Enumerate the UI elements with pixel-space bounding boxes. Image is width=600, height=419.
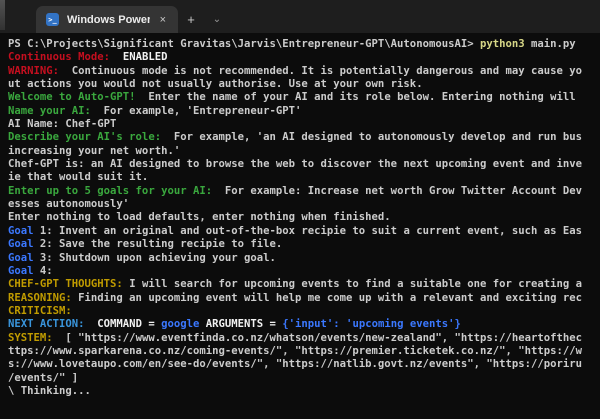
- terminal-line: esses autonomously': [8, 198, 600, 211]
- terminal-line: Chef-GPT is: an AI designed to browse th…: [8, 158, 600, 171]
- terminal-line: increasing your net worth.': [8, 145, 600, 158]
- tab-dropdown-button[interactable]: ⌄: [204, 6, 230, 33]
- terminal-line: Describe your AI's role: For example, 'a…: [8, 131, 600, 144]
- powershell-icon: >_: [46, 13, 59, 26]
- tab-title: Windows PowerShell: [67, 14, 150, 26]
- terminal-line: CHEF-GPT THOUGHTS: I will search for upc…: [8, 278, 600, 291]
- close-tab-icon[interactable]: ×: [156, 13, 170, 27]
- terminal-line: PS C:\Projects\Significant Gravitas\Jarv…: [8, 38, 600, 51]
- terminal-line: Goal 3: Shutdown upon achieving your goa…: [8, 252, 600, 265]
- terminal-line: NEXT ACTION: COMMAND = google ARGUMENTS …: [8, 318, 600, 331]
- terminal-line: s://www.lovetaupo.com/en/see-do/events/"…: [8, 358, 600, 371]
- terminal-line: SYSTEM: [ "https://www.eventfinda.co.nz/…: [8, 332, 600, 345]
- terminal-line: /events/" ]: [8, 372, 600, 385]
- terminal-line: CRITICISM:: [8, 305, 600, 318]
- terminal-line: ie that would suit it.: [8, 171, 600, 184]
- terminal-line: WARNING: Continuous mode is not recommen…: [8, 65, 600, 78]
- tab-bar: >_ Windows PowerShell × + ⌄: [0, 0, 600, 33]
- terminal-line: ut actions you would not usually authori…: [8, 78, 600, 91]
- terminal-output[interactable]: PS C:\Projects\Significant Gravitas\Jarv…: [0, 33, 600, 419]
- terminal-line: Enter nothing to load defaults, enter no…: [8, 211, 600, 224]
- terminal-window: >_ Windows PowerShell × + ⌄ PS C:\Projec…: [0, 0, 600, 419]
- terminal-line: Goal 2: Save the resulting recipie to fi…: [8, 238, 600, 251]
- terminal-line: Goal 4:: [8, 265, 600, 278]
- terminal-line: Goal 1: Invent an original and out-of-th…: [8, 225, 600, 238]
- window-edge-decoration: [0, 0, 5, 30]
- terminal-line: Continuous Mode: ENABLED: [8, 51, 600, 64]
- terminal-line: ttps://www.sparkarena.co.nz/coming-event…: [8, 345, 600, 358]
- terminal-line: AI Name: Chef-GPT: [8, 118, 600, 131]
- tab-windows-powershell[interactable]: >_ Windows PowerShell ×: [36, 6, 178, 33]
- terminal-line: Welcome to Auto-GPT! Enter the name of y…: [8, 91, 600, 104]
- terminal-line: Name your AI: For example, 'Entrepreneur…: [8, 105, 600, 118]
- terminal-line: \ Thinking...: [8, 385, 600, 398]
- terminal-line: Enter up to 5 goals for your AI: For exa…: [8, 185, 600, 198]
- new-tab-button[interactable]: +: [178, 6, 204, 33]
- terminal-line: REASONING: Finding an upcoming event wil…: [8, 292, 600, 305]
